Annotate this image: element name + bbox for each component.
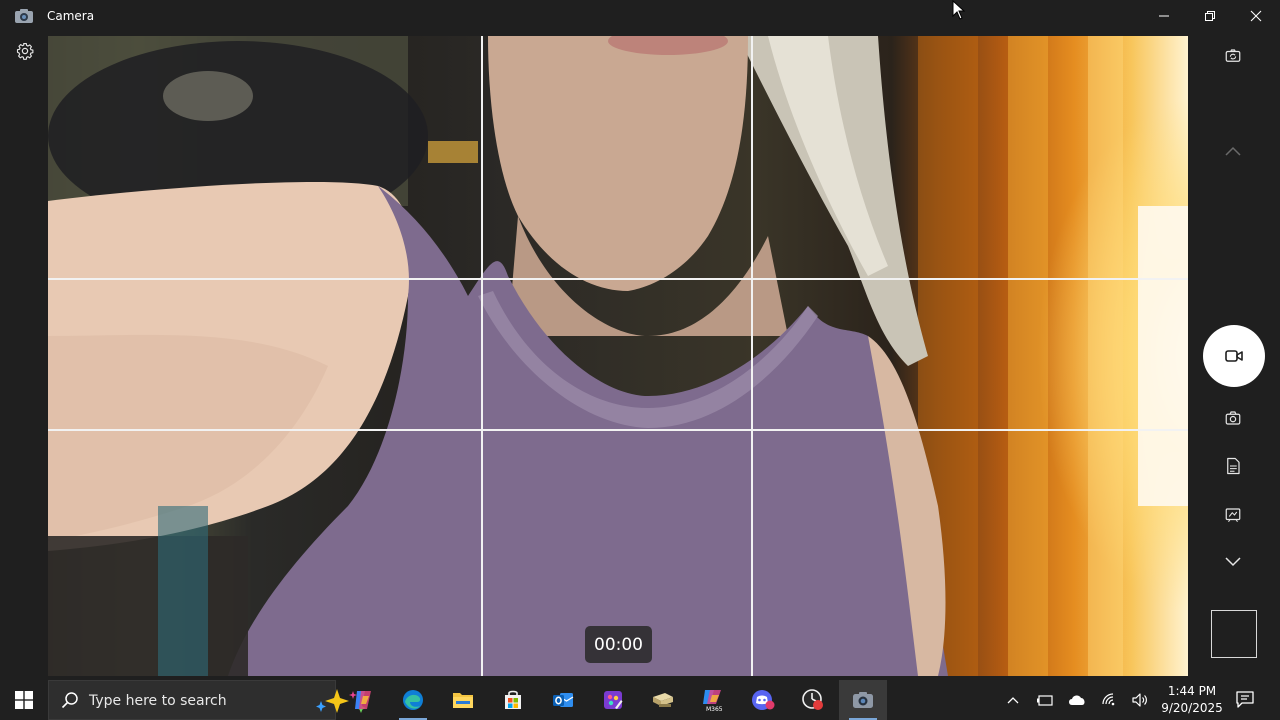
file-icon bbox=[653, 693, 673, 707]
taskbar-copilot[interactable] bbox=[339, 680, 387, 720]
switch-camera-icon bbox=[1225, 49, 1241, 62]
title-bar: Camera bbox=[0, 0, 1280, 34]
restore-icon bbox=[1205, 11, 1215, 21]
video-icon bbox=[1225, 350, 1243, 362]
show-hidden-icons-button[interactable] bbox=[1003, 690, 1023, 710]
battery-icon bbox=[1037, 695, 1053, 706]
gear-icon bbox=[16, 42, 34, 60]
grid-line-horizontal bbox=[48, 429, 1188, 431]
taskbar-m365[interactable]: M365 bbox=[689, 680, 737, 720]
paint-icon bbox=[604, 691, 623, 709]
start-button[interactable] bbox=[0, 680, 48, 720]
search-icon bbox=[61, 692, 78, 709]
minimize-button[interactable] bbox=[1141, 0, 1187, 32]
taskbar-clock[interactable]: 1:44 PM 9/20/2025 bbox=[1158, 683, 1226, 717]
camera-feed-image bbox=[48, 36, 1188, 676]
wifi-icon bbox=[1102, 693, 1115, 706]
outlook-icon bbox=[553, 693, 574, 707]
document-mode-button[interactable] bbox=[1210, 450, 1256, 482]
camera-app-icon bbox=[14, 8, 34, 24]
grid-line-vertical bbox=[481, 36, 483, 676]
mouse-pointer bbox=[952, 0, 966, 20]
photo-mode-button[interactable] bbox=[1210, 402, 1256, 434]
settings-button[interactable] bbox=[14, 40, 36, 62]
grid-line-vertical bbox=[751, 36, 753, 676]
taskbar-discord[interactable] bbox=[739, 680, 787, 720]
taskbar-clock-app[interactable] bbox=[789, 680, 837, 720]
tray-network[interactable] bbox=[1100, 690, 1120, 710]
taskbar-file-explorer[interactable] bbox=[439, 680, 487, 720]
chevron-up-icon bbox=[1225, 146, 1241, 156]
taskbar-files[interactable] bbox=[639, 680, 687, 720]
taskbar: Type here to search M365 1:44 PM 9/20/20… bbox=[0, 680, 1280, 720]
cursor-icon bbox=[952, 0, 966, 20]
store-icon bbox=[505, 690, 521, 709]
taskbar-camera[interactable] bbox=[839, 680, 887, 720]
close-button[interactable] bbox=[1233, 0, 1279, 32]
switch-camera-button[interactable] bbox=[1210, 40, 1256, 72]
close-icon bbox=[1250, 10, 1262, 22]
restore-button[interactable] bbox=[1187, 0, 1233, 32]
clock-app-icon bbox=[802, 689, 823, 710]
mode-down-button[interactable] bbox=[1210, 545, 1256, 577]
camera-app-window: Camera 00:00 bbox=[0, 0, 1280, 680]
tray-volume[interactable] bbox=[1130, 690, 1150, 710]
recording-timer: 00:00 bbox=[585, 626, 652, 663]
record-video-button[interactable] bbox=[1203, 325, 1265, 387]
taskbar-edge[interactable] bbox=[389, 680, 437, 720]
window-title: Camera bbox=[47, 9, 95, 23]
file-explorer-icon bbox=[453, 693, 473, 708]
minimize-icon bbox=[1159, 15, 1169, 17]
camera-viewfinder[interactable]: 00:00 bbox=[48, 36, 1188, 676]
document-icon bbox=[1227, 457, 1240, 475]
cloud-icon bbox=[1069, 695, 1085, 705]
clock-date: 9/20/2025 bbox=[1161, 701, 1223, 715]
notification-icon bbox=[1236, 691, 1254, 708]
windows-logo-icon bbox=[15, 691, 33, 709]
whiteboard-mode-button[interactable] bbox=[1210, 499, 1256, 531]
taskbar-outlook[interactable] bbox=[539, 680, 587, 720]
tray-onedrive[interactable] bbox=[1067, 690, 1087, 710]
tray-battery[interactable] bbox=[1035, 690, 1055, 710]
discord-icon bbox=[752, 690, 775, 710]
taskbar-paint[interactable] bbox=[589, 680, 637, 720]
camera-controls-panel bbox=[1188, 36, 1280, 680]
m365-label: M365 bbox=[706, 706, 723, 713]
speaker-icon bbox=[1132, 693, 1147, 707]
copilot-icon bbox=[355, 691, 371, 709]
chevron-down-icon bbox=[1225, 557, 1241, 567]
camera-icon bbox=[853, 692, 873, 708]
last-capture-thumbnail[interactable] bbox=[1211, 610, 1257, 658]
whiteboard-icon bbox=[1225, 508, 1241, 523]
photo-camera-icon bbox=[1225, 411, 1241, 425]
notification-center-button[interactable] bbox=[1234, 688, 1260, 712]
taskbar-search-box[interactable]: Type here to search bbox=[48, 680, 366, 720]
grid-line-horizontal bbox=[48, 278, 1188, 280]
search-placeholder: Type here to search bbox=[89, 693, 227, 709]
mode-up-button[interactable] bbox=[1210, 135, 1256, 167]
clock-time: 1:44 PM bbox=[1167, 684, 1217, 698]
chevron-up-icon bbox=[1007, 697, 1019, 704]
edge-icon bbox=[403, 690, 423, 710]
taskbar-store[interactable] bbox=[489, 680, 537, 720]
